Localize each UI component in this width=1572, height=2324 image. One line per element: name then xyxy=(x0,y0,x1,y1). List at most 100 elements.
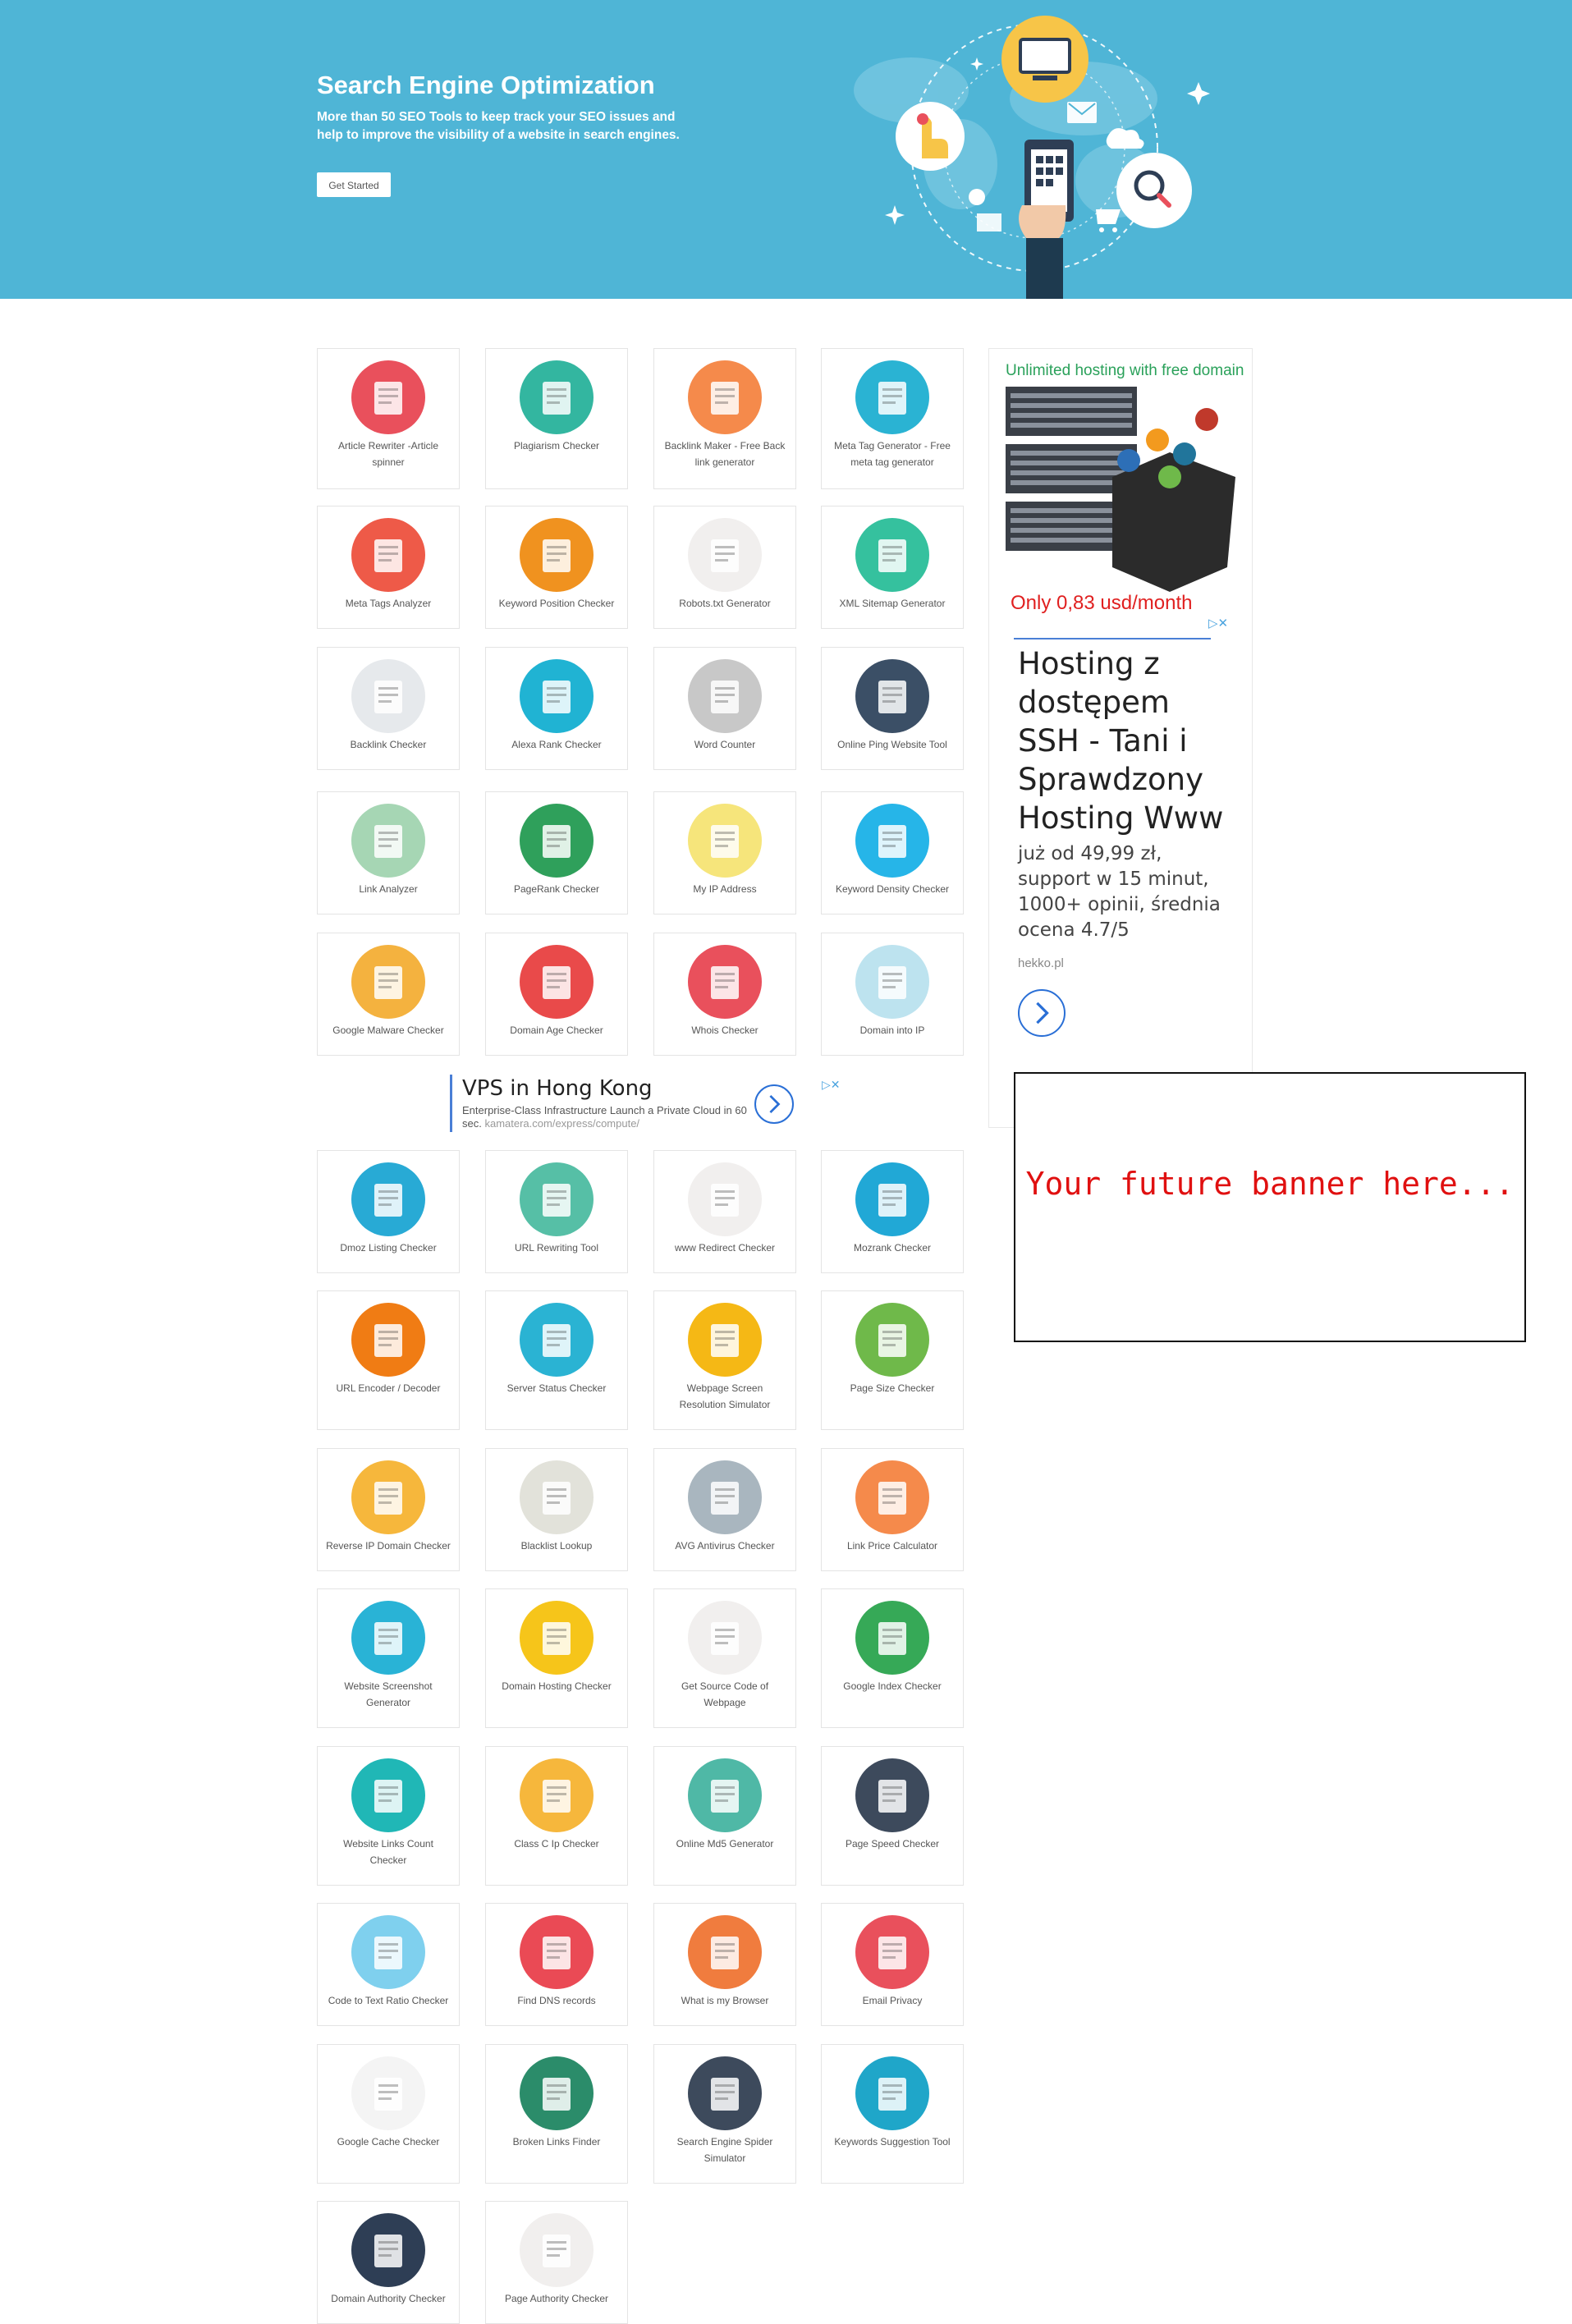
tool-card[interactable]: Domain Authority Checker xyxy=(317,2201,460,2324)
tool-card[interactable]: Online Ping Website Tool xyxy=(821,647,964,770)
tool-card[interactable]: Link Price Calculator xyxy=(821,1448,964,1571)
tool-card[interactable]: Code to Text Ratio Checker xyxy=(317,1903,460,2026)
ad-divider xyxy=(1014,638,1211,639)
vps-ad-url[interactable]: kamatera.com/express/compute/ xyxy=(484,1117,639,1130)
tool-card-label: Website Screenshot Generator xyxy=(344,1680,433,1708)
tool-card[interactable]: Mozrank Checker xyxy=(821,1150,964,1273)
tool-card[interactable]: My IP Address xyxy=(653,791,796,914)
sidebar-ad-headline[interactable]: Hosting z dostępem SSH - Tani i Sprawdzo… xyxy=(1018,644,1240,837)
hosting-banner-ad[interactable]: Unlimited hosting with free domain Only … xyxy=(1006,362,1244,633)
adchoices-icon[interactable]: ▷✕ xyxy=(822,1078,841,1092)
tool-card[interactable]: Blacklist Lookup xyxy=(485,1448,628,1571)
tool-card[interactable]: Backlink Checker xyxy=(317,647,460,770)
devices-icon xyxy=(688,1303,762,1377)
tool-card[interactable]: Website Links Count Checker xyxy=(317,1746,460,1886)
tool-card[interactable]: Online Md5 Generator xyxy=(653,1746,796,1886)
tool-card[interactable]: Link Analyzer xyxy=(317,791,460,914)
tool-card[interactable]: URL Rewriting Tool xyxy=(485,1150,628,1273)
tool-card-label: Keywords Suggestion Tool xyxy=(834,2136,951,2148)
links-doc-icon xyxy=(351,1758,425,1832)
banner-placeholder[interactable]: Your future banner here... xyxy=(1014,1072,1526,1342)
document-icon xyxy=(688,659,762,733)
moz-icon xyxy=(855,1162,929,1236)
server-rack-icon xyxy=(520,1915,594,1989)
vps-ad-arrow-button[interactable] xyxy=(754,1084,794,1124)
tool-card-label: URL Rewriting Tool xyxy=(514,1242,599,1254)
tool-card[interactable]: Server Status Checker xyxy=(485,1290,628,1430)
tool-card-label: Alexa Rank Checker xyxy=(511,739,602,750)
magnifier-icon xyxy=(855,804,929,878)
tool-card-label: www Redirect Checker xyxy=(674,1242,776,1254)
tool-card[interactable]: Keyword Density Checker xyxy=(821,791,964,914)
coin-hand-icon xyxy=(855,1460,929,1534)
tool-card[interactable]: Email Privacy xyxy=(821,1903,964,2026)
tool-card[interactable]: Plagiarism Checker xyxy=(485,348,628,489)
tool-card[interactable]: Webpage Screen Resolution Simulator xyxy=(653,1290,796,1430)
tool-card[interactable]: What is my Browser xyxy=(653,1903,796,2026)
tool-card-label: Broken Links Finder xyxy=(512,2136,601,2148)
tool-card[interactable]: Page Authority Checker xyxy=(485,2201,628,2324)
tool-card[interactable]: Meta Tags Analyzer xyxy=(317,506,460,629)
tool-card[interactable]: Domain into IP xyxy=(821,933,964,1056)
tool-card[interactable]: Website Screenshot Generator xyxy=(317,1588,460,1728)
tool-card[interactable]: Meta Tag Generator - Free meta tag gener… xyxy=(821,348,964,489)
tool-card[interactable]: Page Speed Checker xyxy=(821,1746,964,1886)
tool-card-label: Search Engine Spider Simulator xyxy=(676,2136,773,2164)
tool-card[interactable]: Get Source Code of Webpage xyxy=(653,1588,796,1728)
tool-card[interactable]: Keyword Position Checker xyxy=(485,506,628,629)
tool-card[interactable]: Alexa Rank Checker xyxy=(485,647,628,770)
tool-card[interactable]: www Redirect Checker xyxy=(653,1150,796,1273)
tool-card[interactable]: Google Index Checker xyxy=(821,1588,964,1728)
page-icon xyxy=(520,2213,594,2287)
tool-card[interactable]: PageRank Checker xyxy=(485,791,628,914)
plagiarism-icon xyxy=(520,360,594,434)
tool-card[interactable]: Search Engine Spider Simulator xyxy=(653,2044,796,2184)
backlink-maker-icon xyxy=(688,360,762,434)
tool-card-label: Word Counter xyxy=(694,739,756,750)
tool-card-label: Link Price Calculator xyxy=(846,1540,938,1552)
tool-card[interactable]: Reverse IP Domain Checker xyxy=(317,1448,460,1571)
tool-card-label: AVG Antivirus Checker xyxy=(675,1540,775,1552)
tool-card[interactable]: XML Sitemap Generator xyxy=(821,506,964,629)
tool-card[interactable]: Domain Age Checker xyxy=(485,933,628,1056)
tool-card[interactable]: Dmoz Listing Checker xyxy=(317,1150,460,1273)
tool-card-label: XML Sitemap Generator xyxy=(839,598,946,609)
html-window-icon xyxy=(688,1601,762,1675)
tool-card[interactable]: Robots.txt Generator xyxy=(653,506,796,629)
dmoz-chart-icon xyxy=(351,1162,425,1236)
tool-card-label: Dmoz Listing Checker xyxy=(340,1242,437,1254)
search-badge-icon xyxy=(1116,153,1192,228)
tool-card[interactable]: Keywords Suggestion Tool xyxy=(821,2044,964,2184)
map-pin-icon xyxy=(688,804,762,878)
www-icon xyxy=(351,1303,425,1377)
tool-card-label: Domain Age Checker xyxy=(510,1024,603,1036)
tool-card[interactable]: Article Rewriter -Article spinner xyxy=(317,348,460,489)
tool-card[interactable]: Class C Ip Checker xyxy=(485,1746,628,1886)
tool-card-label: Link Analyzer xyxy=(359,883,418,895)
tool-card[interactable]: URL Encoder / Decoder xyxy=(317,1290,460,1430)
vps-ad-title[interactable]: VPS in Hong Kong xyxy=(462,1076,653,1101)
tool-card[interactable]: Domain Hosting Checker xyxy=(485,1588,628,1728)
tool-card-label: Domain Hosting Checker xyxy=(502,1680,612,1692)
alexa-icon xyxy=(520,659,594,733)
tool-card-label: Webpage Screen Resolution Simulator xyxy=(679,1382,771,1410)
vps-ad-description: Enterprise-Class Infrastructure Launch a… xyxy=(462,1104,758,1130)
vps-ad[interactable]: VPS in Hong Kong Enterprise-Class Infras… xyxy=(450,1075,841,1132)
tool-card-label: Mozrank Checker xyxy=(853,1242,932,1254)
browser-window-icon xyxy=(351,1601,425,1675)
tool-card[interactable]: Page Size Checker xyxy=(821,1290,964,1430)
adchoices-icon[interactable]: ▷✕ xyxy=(1208,616,1228,630)
tool-card[interactable]: Whois Checker xyxy=(653,933,796,1056)
sidebar-ad-arrow-button[interactable] xyxy=(1018,989,1066,1037)
tool-card[interactable]: Word Counter xyxy=(653,647,796,770)
sidebar-ad-domain[interactable]: hekko.pl xyxy=(1018,956,1064,970)
tool-card[interactable]: Google Cache Checker xyxy=(317,2044,460,2184)
tool-card[interactable]: Backlink Maker - Free Back link generato… xyxy=(653,348,796,489)
get-started-button[interactable]: Get Started xyxy=(317,172,391,197)
tool-card[interactable]: Broken Links Finder xyxy=(485,2044,628,2184)
tool-card-label: Domain Authority Checker xyxy=(331,2293,446,2304)
tool-card[interactable]: Find DNS records xyxy=(485,1903,628,2026)
tool-card[interactable]: AVG Antivirus Checker xyxy=(653,1448,796,1571)
google-search-icon xyxy=(855,1601,929,1675)
tool-card[interactable]: Google Malware Checker xyxy=(317,933,460,1056)
